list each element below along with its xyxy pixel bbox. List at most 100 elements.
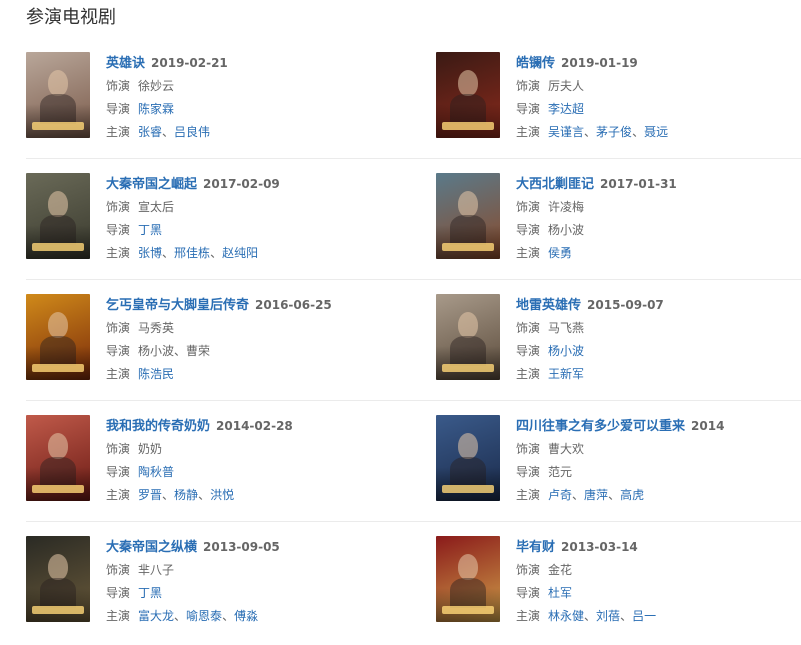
role-line: 饰演 金花 (516, 559, 801, 582)
show-info: 大秦帝国之崛起 2017-02-09 饰演 宣太后 导演 丁黑 主演 张博、邢佳栋、赵纯阳 (106, 173, 406, 265)
star-name[interactable]: 刘蓓 (596, 609, 620, 623)
poster-figure (458, 191, 478, 217)
director-name[interactable]: 杜军 (548, 586, 572, 600)
show-title-line: 大秦帝国之崛起 2017-02-09 (106, 173, 406, 196)
starring-line: 主演 陈浩民 (106, 363, 406, 386)
star-name[interactable]: 洪悦 (210, 488, 234, 502)
role-name: 金花 (548, 563, 573, 577)
show-title[interactable]: 我和我的传奇奶奶 (106, 419, 210, 434)
poster-title-art (442, 243, 494, 251)
role-label: 饰演 (106, 79, 131, 93)
starring-label: 主演 (516, 367, 541, 381)
show-card: 乞丐皇帝与大脚皇后传奇 2016-06-25 饰演 马秀英 导演 杨小波、曹荣 主演 陈浩民 (26, 294, 401, 384)
poster-figure (458, 433, 478, 459)
star-name[interactable]: 吕一 (632, 609, 656, 623)
show-card: 大秦帝国之纵横 2013-09-05 饰演 芈八子 导演 丁黑 主演 富大龙、喻恩泰、傅淼 (26, 536, 401, 626)
star-name[interactable]: 邢佳栋 (174, 246, 210, 260)
director-line: 导演 陈家霖 (106, 98, 406, 121)
show-title[interactable]: 皓镧传 (516, 56, 555, 71)
starring-line: 主演 林永健、刘蓓、吕一 (516, 605, 801, 628)
role-name: 宣太后 (138, 200, 175, 214)
role-line: 饰演 宣太后 (106, 196, 406, 219)
director-name[interactable]: 丁黑 (138, 586, 162, 600)
starring-label: 主演 (106, 246, 131, 260)
star-name[interactable]: 喻恩泰 (186, 609, 222, 623)
show-poster[interactable] (26, 294, 90, 380)
role-name: 曹大欢 (548, 442, 585, 456)
director-name[interactable]: 陈家霖 (138, 102, 174, 116)
star-name[interactable]: 林永健 (548, 609, 584, 623)
row-divider (26, 521, 801, 522)
show-date: 2014 (691, 419, 725, 433)
star-name[interactable]: 陈浩民 (138, 367, 174, 381)
name-separator: 、 (584, 609, 597, 623)
show-poster[interactable] (436, 294, 500, 380)
star-name[interactable]: 傅淼 (234, 609, 258, 623)
show-title-line: 英雄诀 2019-02-21 (106, 52, 406, 75)
starring-line: 主演 王新军 (516, 363, 801, 386)
role-label: 饰演 (516, 442, 541, 456)
starring-label: 主演 (106, 125, 131, 139)
role-label: 饰演 (516, 563, 541, 577)
director-name[interactable]: 丁黑 (138, 223, 162, 237)
show-title[interactable]: 大西北剿匪记 (516, 177, 594, 192)
show-title[interactable]: 大秦帝国之崛起 (106, 177, 197, 192)
show-poster[interactable] (436, 415, 500, 501)
role-line: 饰演 曹大欢 (516, 438, 801, 461)
show-title[interactable]: 乞丐皇帝与大脚皇后传奇 (106, 298, 249, 313)
show-poster[interactable] (436, 173, 500, 259)
star-name[interactable]: 高虎 (620, 488, 644, 502)
director-label: 导演 (106, 102, 131, 116)
poster-title-art (32, 122, 84, 130)
star-name[interactable]: 卢奇 (548, 488, 572, 502)
director-name[interactable]: 李达超 (548, 102, 584, 116)
star-name[interactable]: 罗晋 (138, 488, 162, 502)
star-name[interactable]: 张博 (138, 246, 162, 260)
show-poster[interactable] (436, 536, 500, 622)
starring-line: 主演 张睿、吕良伟 (106, 121, 406, 144)
role-line: 饰演 徐妙云 (106, 75, 406, 98)
star-name[interactable]: 侯勇 (548, 246, 572, 260)
poster-figure (458, 554, 478, 580)
star-name[interactable]: 聂远 (644, 125, 668, 139)
poster-shade (436, 588, 500, 622)
star-name[interactable]: 吕良伟 (174, 125, 210, 139)
show-poster[interactable] (436, 52, 500, 138)
show-poster[interactable] (26, 415, 90, 501)
director-name: 曹荣 (186, 344, 211, 358)
name-separator: 、 (162, 125, 175, 139)
show-card: 我和我的传奇奶奶 2014-02-28 饰演 奶奶 导演 陶秋普 主演 罗晋、杨静、洪悦 (26, 415, 401, 505)
show-title-line: 四川往事之有多少爱可以重来 2014 (516, 415, 801, 438)
show-title[interactable]: 大秦帝国之纵横 (106, 540, 197, 555)
star-name[interactable]: 茅子俊 (596, 125, 632, 139)
starring-label: 主演 (516, 609, 541, 623)
name-separator: 、 (198, 488, 211, 502)
director-name: 杨小波 (138, 344, 175, 358)
director-label: 导演 (106, 465, 131, 479)
show-card: 大秦帝国之崛起 2017-02-09 饰演 宣太后 导演 丁黑 主演 张博、邢佳栋、赵纯阳 (26, 173, 401, 263)
star-name[interactable]: 吴谨言 (548, 125, 584, 139)
director-line: 导演 陶秋普 (106, 461, 406, 484)
show-date: 2017-02-09 (203, 177, 280, 191)
director-name[interactable]: 陶秋普 (138, 465, 174, 479)
name-separator: 、 (162, 488, 175, 502)
show-poster[interactable] (26, 52, 90, 138)
star-name[interactable]: 赵纯阳 (222, 246, 258, 260)
show-title[interactable]: 四川往事之有多少爱可以重来 (516, 419, 685, 434)
star-name[interactable]: 唐萍 (584, 488, 608, 502)
show-title[interactable]: 毕有财 (516, 540, 555, 555)
director-label: 导演 (516, 586, 541, 600)
star-name[interactable]: 杨静 (174, 488, 198, 502)
show-poster[interactable] (26, 536, 90, 622)
star-name[interactable]: 王新军 (548, 367, 584, 381)
show-title[interactable]: 地雷英雄传 (516, 298, 581, 313)
star-name[interactable]: 张睿 (138, 125, 162, 139)
role-line: 饰演 许凌梅 (516, 196, 801, 219)
name-separator: 、 (572, 488, 585, 502)
role-label: 饰演 (516, 321, 541, 335)
director-name[interactable]: 杨小波 (548, 344, 584, 358)
show-poster[interactable] (26, 173, 90, 259)
show-title[interactable]: 英雄诀 (106, 56, 145, 71)
starring-line: 主演 吴谨言、茅子俊、聂远 (516, 121, 801, 144)
star-name[interactable]: 富大龙 (138, 609, 174, 623)
